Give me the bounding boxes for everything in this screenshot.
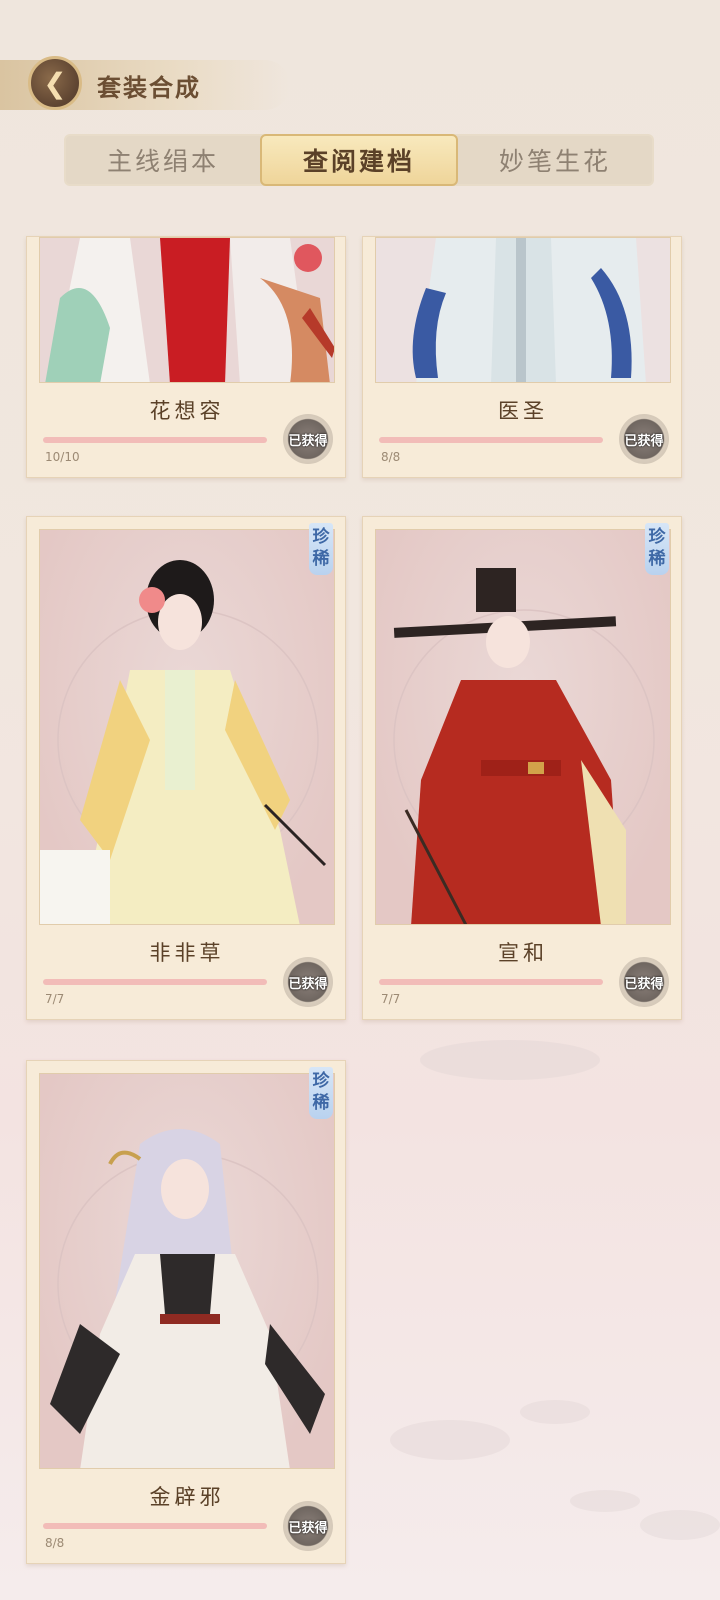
suit-portrait [39,1073,335,1469]
progress-bar [43,1523,267,1529]
suit-card[interactable]: 珍稀 非非草 7/7 已获得 [26,516,346,1020]
obtained-badge: 已获得 [283,414,333,464]
obtained-badge: 已获得 [283,957,333,1007]
back-button[interactable]: ❮ [28,56,82,110]
progress-count: 10/10 [45,450,80,464]
progress-count: 7/7 [45,992,65,1006]
costume-illustration [393,568,655,924]
suit-card[interactable]: 医圣 8/8 已获得 [362,236,682,478]
rare-tag: 珍稀 [645,523,669,575]
costume-illustration [50,1129,325,1468]
suit-portrait [39,529,335,925]
progress-count: 7/7 [381,992,401,1006]
costume-illustration [40,238,334,382]
tab-brush[interactable]: 妙笔生花 [458,136,652,184]
progress-bar [43,437,267,443]
tab-bar: 主线绢本 查阅建档 妙笔生花 [64,134,654,186]
obtained-badge: 已获得 [619,957,669,1007]
header-bar: ❮ 套装合成 [0,56,300,116]
tab-archive[interactable]: 查阅建档 [260,134,458,186]
background-cloud [640,1510,720,1540]
tab-main-scroll[interactable]: 主线绢本 [66,136,260,184]
page-title: 套装合成 [97,73,201,102]
progress-bar [379,437,603,443]
suit-card[interactable]: 花想容 10/10 已获得 [26,236,346,478]
background-cloud [390,1420,510,1460]
rare-tag: 珍稀 [309,523,333,575]
background-cloud [520,1400,590,1424]
background-cloud [570,1490,640,1512]
obtained-badge: 已获得 [283,1501,333,1551]
suit-portrait [375,237,671,383]
suit-card[interactable]: 珍稀 金辟邪 8/8 已获得 [26,1060,346,1564]
costume-illustration [40,560,327,924]
suit-portrait [375,529,671,925]
back-arrow-icon: ❮ [43,66,67,100]
progress-count: 8/8 [381,450,401,464]
suit-portrait [39,237,335,383]
progress-count: 8/8 [45,1536,65,1550]
rare-tag: 珍稀 [309,1067,333,1119]
background-cloud [420,1040,600,1080]
suit-card[interactable]: 珍稀 宣和 7/7 已获得 [362,516,682,1020]
progress-bar [43,979,267,985]
obtained-badge: 已获得 [619,414,669,464]
costume-illustration [376,238,670,382]
progress-bar [379,979,603,985]
